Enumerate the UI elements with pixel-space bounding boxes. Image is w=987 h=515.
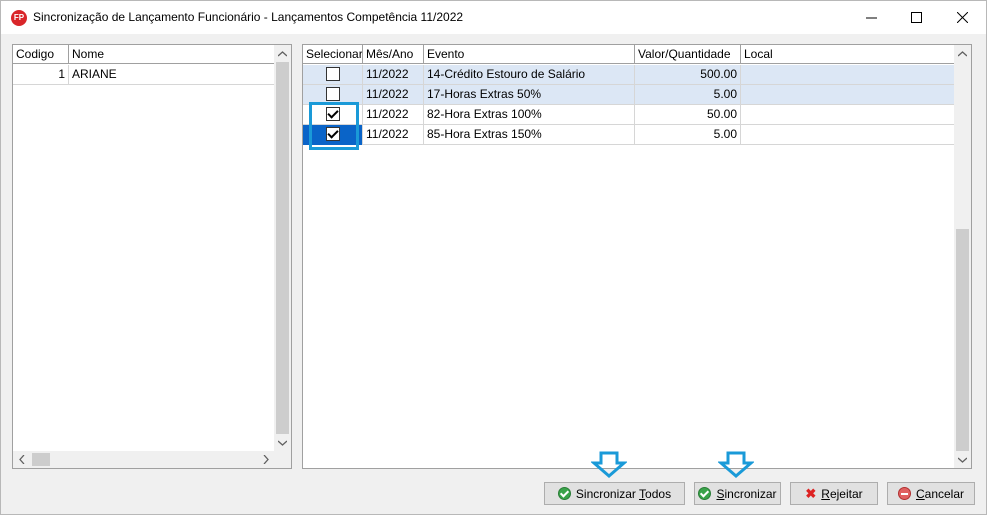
column-header-local[interactable]: Local bbox=[741, 45, 954, 64]
cell-local bbox=[741, 85, 954, 105]
cell-evento: 82-Hora Extras 100% bbox=[424, 105, 635, 125]
column-header-evento[interactable]: Evento bbox=[424, 45, 635, 64]
employee-grid-vscroll[interactable] bbox=[274, 45, 291, 451]
scroll-thumb[interactable] bbox=[276, 62, 289, 434]
employee-grid-header: Codigo Nome bbox=[13, 45, 275, 64]
cell-mes-ano: 11/2022 bbox=[363, 65, 424, 85]
column-header-nome[interactable]: Nome bbox=[69, 45, 275, 64]
cell-local bbox=[741, 65, 954, 85]
launches-grid: Selecionar Mês/Ano Evento Valor/Quantida… bbox=[302, 44, 972, 469]
sync-all-button[interactable]: Sincronizar Todos bbox=[544, 482, 685, 505]
row-checkbox[interactable] bbox=[325, 87, 340, 101]
cell-mes-ano: 11/2022 bbox=[363, 105, 424, 125]
maximize-icon bbox=[910, 12, 922, 23]
cell-local bbox=[741, 105, 954, 125]
cell-evento: 85-Hora Extras 150% bbox=[424, 125, 635, 145]
hscroll-thumb[interactable] bbox=[32, 453, 50, 466]
cell-valor: 500.00 bbox=[635, 65, 741, 85]
column-header-selecionar[interactable]: Selecionar bbox=[303, 45, 363, 64]
sync-button[interactable]: Sincronizar bbox=[694, 482, 781, 505]
sync-all-label: Sincronizar Todos bbox=[575, 486, 672, 501]
employee-grid: Codigo Nome 1 ARIANE bbox=[12, 44, 292, 469]
annotation-arrow-down-icon bbox=[591, 451, 627, 478]
cell-codigo: 1 bbox=[13, 65, 69, 85]
launches-grid-header: Selecionar Mês/Ano Evento Valor/Quantida… bbox=[303, 45, 954, 64]
sync-label: Sincronizar bbox=[716, 486, 777, 501]
reject-x-icon: ✖ bbox=[805, 486, 817, 501]
check-circle-icon bbox=[698, 487, 712, 500]
app-logo-icon: FP bbox=[11, 10, 27, 26]
column-header-mes-ano[interactable]: Mês/Ano bbox=[363, 45, 424, 64]
scroll-thumb[interactable] bbox=[956, 229, 969, 451]
scroll-left-icon[interactable] bbox=[13, 451, 30, 468]
minimize-button[interactable] bbox=[848, 1, 894, 34]
cell-nome: ARIANE bbox=[72, 67, 117, 81]
scroll-down-icon[interactable] bbox=[274, 434, 291, 451]
reject-label: Rejeitar bbox=[821, 486, 863, 501]
cell-valor: 5.00 bbox=[635, 85, 741, 105]
maximize-button[interactable] bbox=[893, 1, 939, 34]
scroll-right-icon[interactable] bbox=[257, 451, 274, 468]
check-circle-icon bbox=[557, 487, 571, 500]
table-row[interactable]: 11/2022 14-Crédito Estouro de Salário 50… bbox=[303, 65, 954, 85]
table-row[interactable]: 1 ARIANE bbox=[13, 65, 275, 85]
cell-selecionar[interactable] bbox=[303, 65, 363, 85]
cell-evento: 17-Horas Extras 50% bbox=[424, 85, 635, 105]
reject-button[interactable]: ✖ Rejeitar bbox=[790, 482, 878, 505]
table-row[interactable]: 11/2022 85-Hora Extras 150% 5.00 bbox=[303, 125, 954, 145]
column-header-valor-quantidade[interactable]: Valor/Quantidade bbox=[635, 45, 741, 64]
cell-evento: 14-Crédito Estouro de Salário bbox=[424, 65, 635, 85]
title-bar: FP Sincronização de Lançamento Funcionár… bbox=[1, 1, 986, 34]
minimize-icon bbox=[865, 17, 877, 19]
column-header-codigo[interactable]: Codigo bbox=[13, 45, 69, 64]
row-checkbox[interactable] bbox=[325, 67, 340, 81]
scroll-up-icon[interactable] bbox=[274, 45, 291, 62]
launches-grid-vscroll[interactable] bbox=[954, 45, 971, 468]
table-row[interactable]: 11/2022 17-Horas Extras 50% 5.00 bbox=[303, 85, 954, 105]
annotation-arrow-down-icon bbox=[718, 451, 754, 478]
window-title: Sincronização de Lançamento Funcionário … bbox=[33, 10, 464, 24]
employee-grid-hscroll[interactable] bbox=[13, 451, 291, 468]
annotation-highlight-box bbox=[309, 102, 359, 150]
cell-valor: 5.00 bbox=[635, 125, 741, 145]
cancel-circle-icon bbox=[897, 487, 911, 500]
close-icon bbox=[956, 12, 968, 23]
cell-valor: 50.00 bbox=[635, 105, 741, 125]
close-button[interactable] bbox=[939, 1, 985, 34]
cell-mes-ano: 11/2022 bbox=[363, 125, 424, 145]
cell-mes-ano: 11/2022 bbox=[363, 85, 424, 105]
cell-local bbox=[741, 125, 954, 145]
table-row[interactable]: 11/2022 82-Hora Extras 100% 50.00 bbox=[303, 105, 954, 125]
dialog-window: FP Sincronização de Lançamento Funcionár… bbox=[0, 0, 987, 515]
scroll-up-icon[interactable] bbox=[954, 45, 971, 62]
cancel-label: Cancelar bbox=[915, 486, 965, 501]
scroll-down-icon[interactable] bbox=[954, 451, 971, 468]
cancel-button[interactable]: Cancelar bbox=[887, 482, 975, 505]
